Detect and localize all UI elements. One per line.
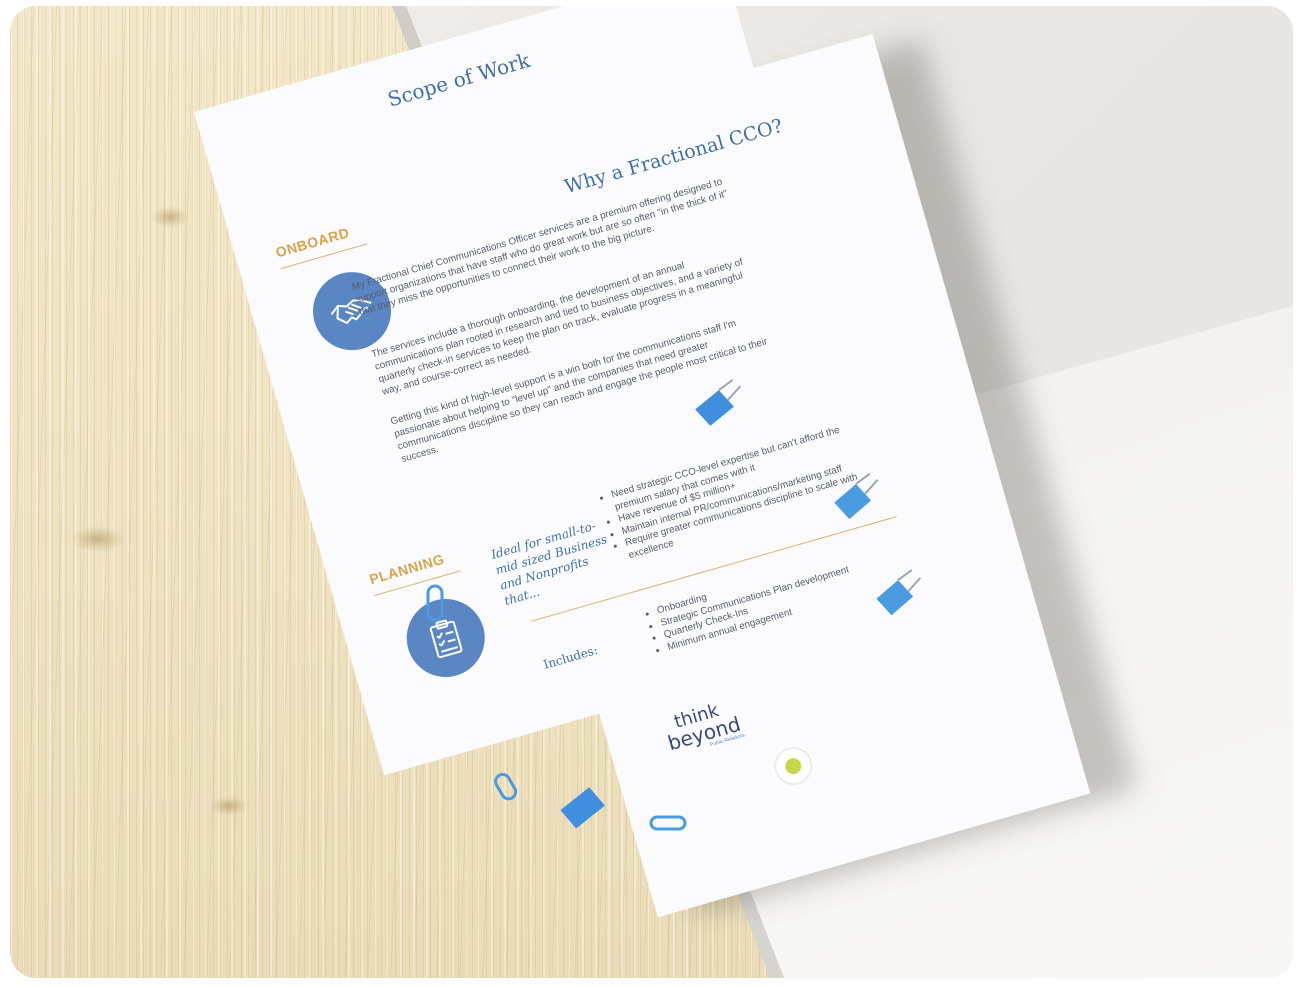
binder-clip-icon	[695, 379, 742, 426]
paperclip-icon	[649, 815, 687, 831]
wood-knot	[210, 796, 248, 816]
photo-frame: Scope of Work ONBOARD PLANNING Why a Fra…	[10, 6, 1293, 978]
wood-knot	[70, 526, 125, 552]
think-beyond-logo: think beyond Public Relations	[661, 688, 778, 759]
section-label-onboard: ONBOARD	[273, 224, 352, 261]
wood-knot	[150, 206, 190, 228]
paperclip-icon	[494, 772, 518, 801]
paperclip-icon	[426, 584, 444, 622]
photo-scene: Scope of Work ONBOARD PLANNING Why a Fra…	[0, 0, 1297, 987]
daisy-icon	[774, 747, 813, 786]
back-sheet-title: Scope of Work	[384, 48, 533, 112]
